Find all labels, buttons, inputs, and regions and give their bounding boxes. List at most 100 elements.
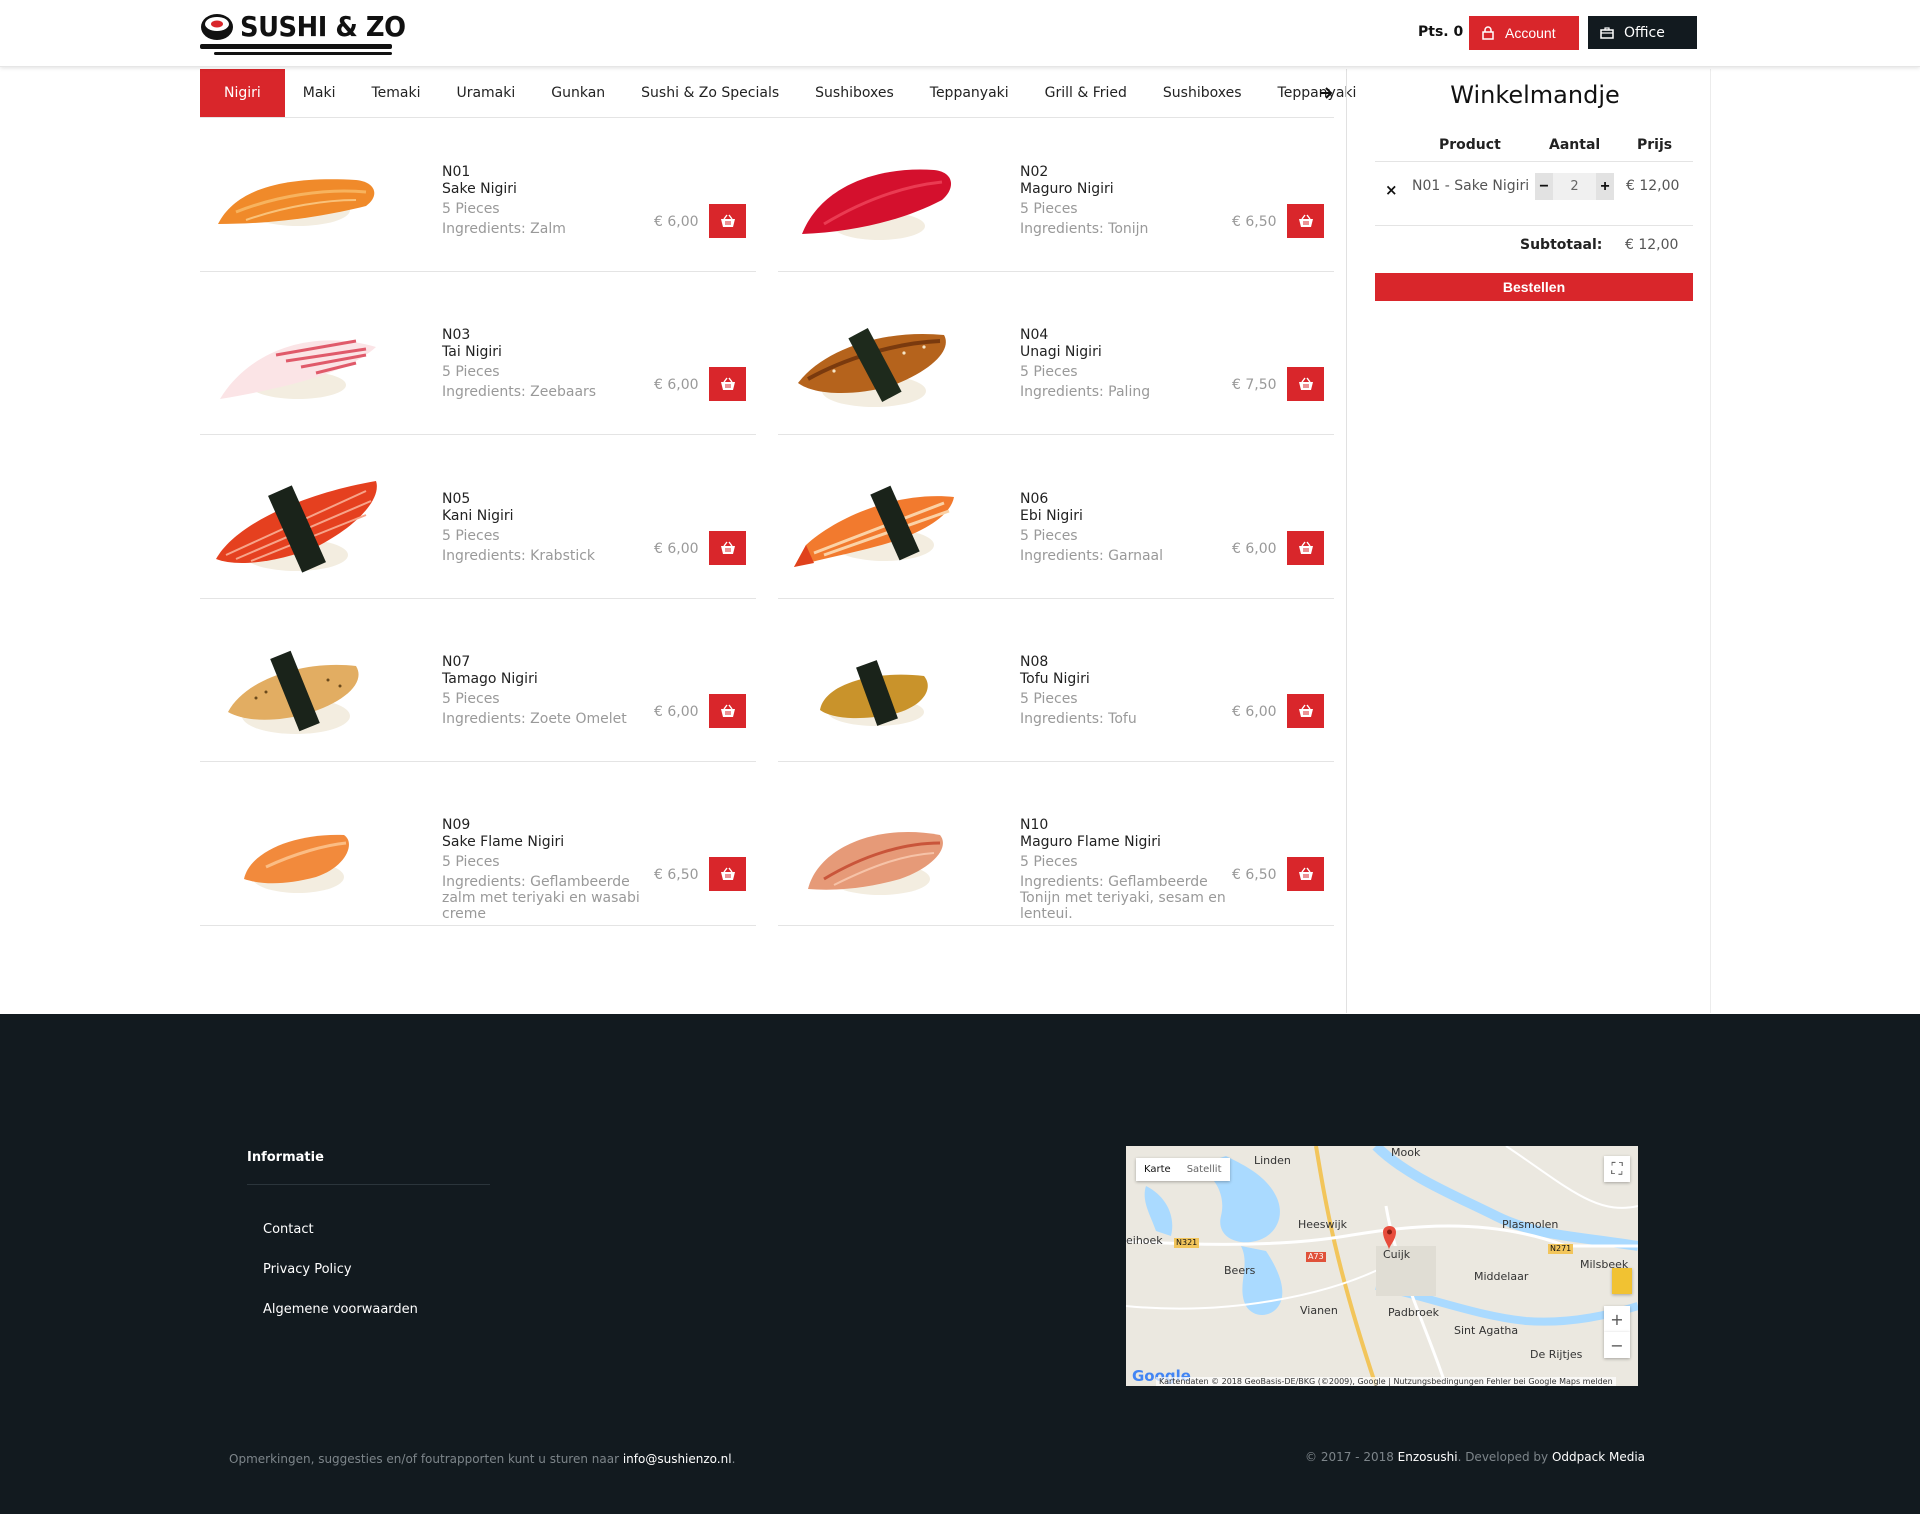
footer-note: Opmerkingen, suggesties en/of foutrappor…: [229, 1452, 735, 1466]
remove-item-icon[interactable]: ×: [1385, 181, 1398, 199]
map-place: Beers: [1224, 1264, 1256, 1277]
tab-gunkan[interactable]: Gunkan: [533, 69, 623, 117]
add-to-cart-button[interactable]: [1287, 857, 1324, 891]
product-card: N02 Maguro Nigiri 5 Pieces Ingredients: …: [778, 122, 1334, 272]
footer-link-privacy[interactable]: Privacy Policy: [263, 1262, 352, 1277]
product-name: Ebi Nigiri: [1020, 508, 1083, 524]
footer-link-terms[interactable]: Algemene voorwaarden: [263, 1302, 418, 1317]
product-code: N09: [442, 817, 471, 833]
map-place: Plasmolen: [1502, 1218, 1559, 1231]
basket-icon: [1298, 867, 1313, 880]
product-pieces: 5 Pieces: [442, 364, 500, 380]
cart-item-name: N01 - Sake Nigiri: [1412, 178, 1530, 194]
arrow-right-icon[interactable]: [1318, 85, 1334, 101]
basket-icon: [720, 867, 735, 880]
tai-nigiri-image: [220, 339, 376, 399]
tab-nigiri[interactable]: Nigiri: [200, 69, 285, 117]
product-pieces: 5 Pieces: [1020, 691, 1078, 707]
logo-underline: [200, 44, 392, 49]
tab-uramaki[interactable]: Uramaki: [438, 69, 533, 117]
product-ingredients: Ingredients: Tonijn: [1020, 221, 1149, 237]
tab-teppanyaki[interactable]: Teppanyaki: [912, 69, 1027, 117]
increase-qty-button[interactable]: +: [1596, 173, 1614, 200]
sushi-zo-logo[interactable]: SUSHI & ZO: [200, 10, 406, 56]
product-card: N01 Sake Nigiri 5 Pieces Ingredients: Za…: [200, 122, 756, 272]
map-place: Padbroek: [1388, 1306, 1439, 1319]
account-button[interactable]: Account: [1469, 16, 1579, 50]
basket-icon: [1298, 541, 1313, 554]
product-pieces: 5 Pieces: [1020, 364, 1078, 380]
tofu-nigiri-image: [820, 660, 928, 726]
cart-item-price: € 12,00: [1626, 178, 1680, 194]
add-to-cart-button[interactable]: [1287, 367, 1324, 401]
add-to-cart-button[interactable]: [709, 531, 746, 565]
tab-sushi-zo-specials[interactable]: Sushi & Zo Specials: [623, 69, 797, 117]
zoom-in-button[interactable]: +: [1604, 1306, 1630, 1332]
maguro-nigiri-image: [802, 169, 952, 240]
product-ingredients: Ingredients: Zoete Omelet: [442, 711, 627, 727]
zoom-out-button[interactable]: −: [1604, 1332, 1630, 1358]
map-tab-satellite[interactable]: Satellit: [1179, 1158, 1230, 1181]
basket-icon: [720, 377, 735, 390]
logo-text: SUSHI & ZO: [240, 10, 406, 43]
sushi-roll-icon: [201, 14, 233, 40]
product-pieces: 5 Pieces: [1020, 201, 1078, 217]
product-ingredients: Ingredients: Geflambeerde Tonijn met ter…: [1020, 874, 1226, 922]
tab-sushiboxes[interactable]: Sushiboxes: [797, 69, 912, 117]
tab-maki[interactable]: Maki: [285, 69, 354, 117]
map-place: Middelaar: [1474, 1270, 1529, 1283]
product-code: N06: [1020, 491, 1049, 507]
google-map[interactable]: Karte Satellit ⛶ + − Mook Linden Heeswij…: [1126, 1146, 1638, 1386]
map-attribution: Kartendaten © 2018 GeoBasis-DE/BKG (©200…: [1156, 1377, 1616, 1386]
developer-link[interactable]: Oddpack Media: [1552, 1450, 1645, 1464]
fullscreen-icon[interactable]: ⛶: [1604, 1156, 1630, 1182]
logo-underline-2: [214, 52, 392, 55]
map-tab-karte[interactable]: Karte: [1136, 1158, 1179, 1181]
product-name: Unagi Nigiri: [1020, 344, 1102, 360]
footer-link-contact[interactable]: Contact: [263, 1222, 314, 1237]
product-price: € 6,00: [654, 704, 699, 720]
brand-link[interactable]: Enzosushi: [1398, 1450, 1458, 1464]
cart-col-product: Product: [1439, 137, 1501, 153]
product-pieces: 5 Pieces: [1020, 854, 1078, 870]
office-button[interactable]: Office: [1588, 16, 1697, 49]
pegman-icon[interactable]: [1612, 1268, 1632, 1294]
site-footer: Informatie Contact Privacy Policy Algeme…: [0, 1014, 1920, 1514]
product-name: Maguro Nigiri: [1020, 181, 1114, 197]
product-ingredients: Ingredients: Zalm: [442, 221, 566, 237]
product-price: € 6,00: [1232, 541, 1277, 557]
tab-teppanyaki-2[interactable]: Teppanyaki: [1260, 69, 1375, 117]
add-to-cart-button[interactable]: [1287, 531, 1324, 565]
tab-sushiboxes-2[interactable]: Sushiboxes: [1145, 69, 1260, 117]
product-code: N01: [442, 164, 471, 180]
footer-email-link[interactable]: info@sushienzo.nl: [623, 1452, 732, 1466]
product-name: Tamago Nigiri: [442, 671, 538, 687]
product-price: € 7,50: [1232, 377, 1277, 393]
footer-copyright: © 2017 - 2018 Enzosushi. Developed by Od…: [1305, 1450, 1645, 1464]
product-price: € 6,50: [1232, 867, 1277, 883]
office-label: Office: [1624, 24, 1665, 41]
sidebar-divider-right: [1710, 69, 1711, 1013]
decrease-qty-button[interactable]: −: [1535, 173, 1553, 200]
cart-divider-2: [1375, 225, 1693, 226]
add-to-cart-button[interactable]: [1287, 204, 1324, 238]
product-name: Tai Nigiri: [442, 344, 502, 360]
product-card: N07 Tamago Nigiri 5 Pieces Ingredients: …: [200, 612, 756, 762]
product-code: N10: [1020, 817, 1049, 833]
order-button[interactable]: Bestellen: [1375, 273, 1693, 301]
qty-input[interactable]: [1553, 173, 1596, 200]
add-to-cart-button[interactable]: [709, 367, 746, 401]
cart-divider: [1375, 161, 1693, 162]
product-name: Maguro Flame Nigiri: [1020, 834, 1161, 850]
product-price: € 6,00: [654, 214, 699, 230]
add-to-cart-button[interactable]: [709, 694, 746, 728]
product-card: N08 Tofu Nigiri 5 Pieces Ingredients: To…: [778, 612, 1334, 762]
account-label: Account: [1505, 25, 1556, 41]
tab-temaki[interactable]: Temaki: [353, 69, 438, 117]
add-to-cart-button[interactable]: [1287, 694, 1324, 728]
tab-grill-fried[interactable]: Grill & Fried: [1027, 69, 1145, 117]
product-price: € 6,50: [654, 867, 699, 883]
add-to-cart-button[interactable]: [709, 204, 746, 238]
product-card: N04 Unagi Nigiri 5 Pieces Ingredients: P…: [778, 285, 1334, 435]
add-to-cart-button[interactable]: [709, 857, 746, 891]
